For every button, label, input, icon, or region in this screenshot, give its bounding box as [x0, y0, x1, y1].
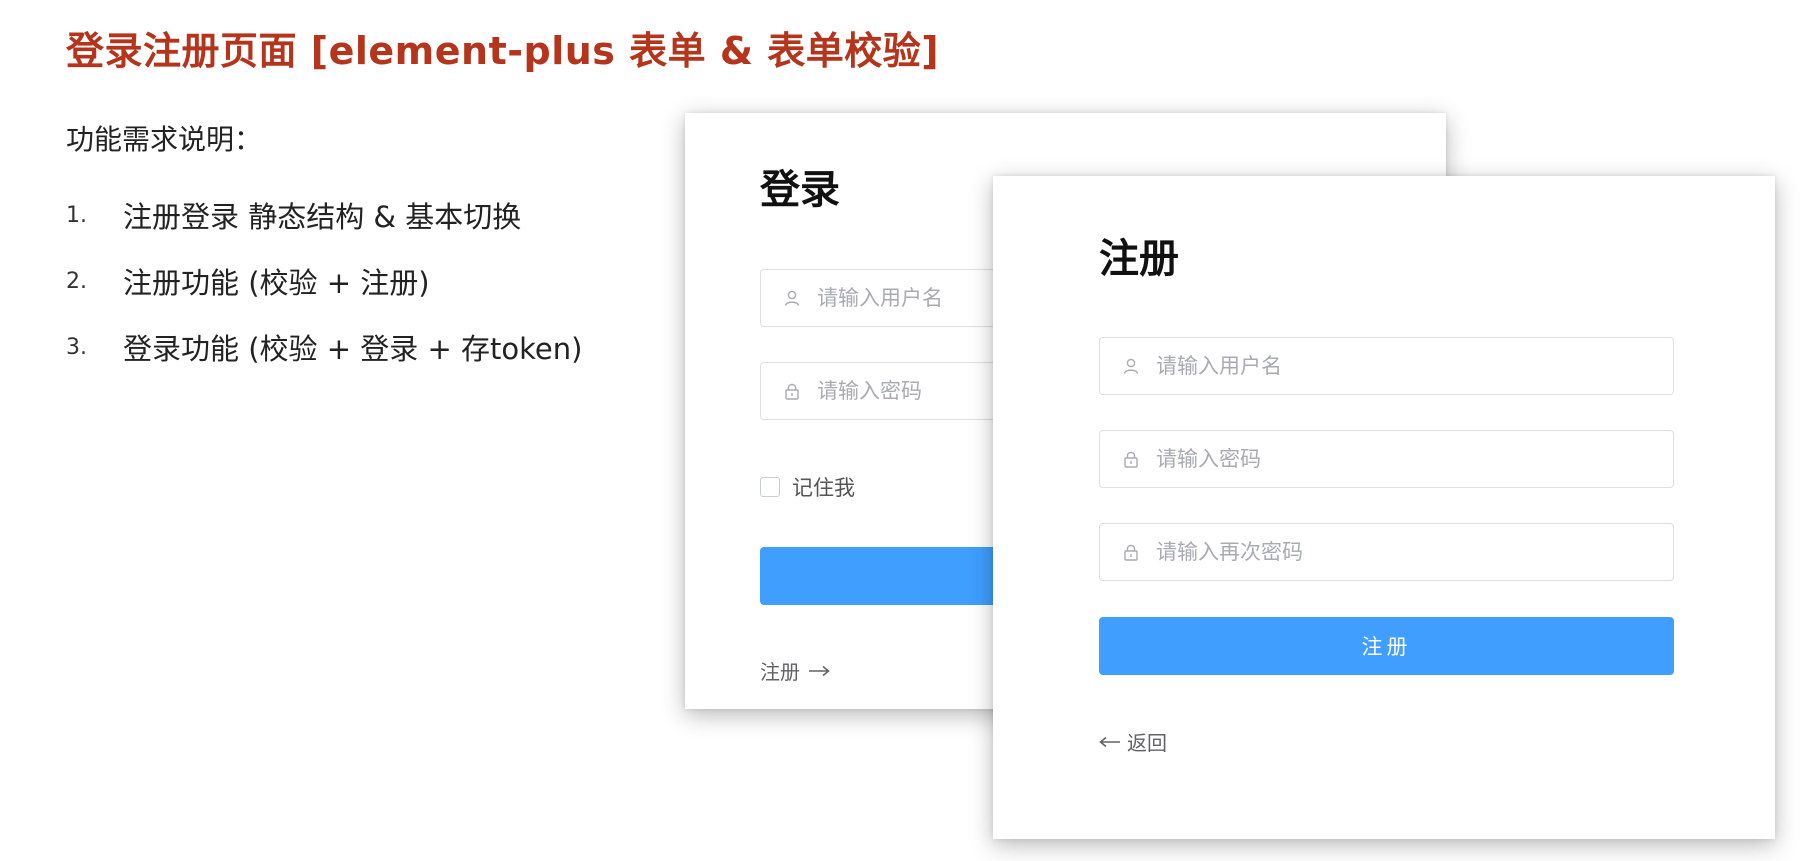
register-link-label: 注册 — [760, 660, 800, 684]
register-card: 注册 注册 — [993, 176, 1775, 839]
requirement-text: 注册功能 (校验 + 注册) — [123, 266, 430, 300]
remember-label: 记住我 — [792, 476, 855, 500]
back-link-label: 返回 — [1127, 731, 1167, 755]
register-password-input[interactable] — [1156, 447, 1536, 471]
register-username-input[interactable] — [1156, 354, 1536, 378]
requirements-heading: 功能需求说明： — [66, 123, 263, 156]
register-link[interactable]: 注册 — [760, 656, 830, 685]
remember-checkbox[interactable] — [760, 477, 780, 497]
requirement-number: 1. — [66, 202, 87, 228]
requirement-text: 注册登录 静态结构 & 基本切换 — [123, 200, 522, 234]
register-repassword-field[interactable] — [1099, 523, 1674, 581]
requirements-list: 1. 注册登录 静态结构 & 基本切换 2. 注册功能 (校验 + 注册) 3.… — [66, 182, 582, 380]
back-link[interactable]: 返回 — [1099, 727, 1167, 756]
register-repassword-input[interactable] — [1156, 540, 1536, 564]
arrow-right-icon — [809, 665, 830, 676]
requirement-number: 2. — [66, 268, 87, 294]
requirement-text: 登录功能 (校验 + 登录 + 存token) — [123, 332, 583, 366]
slide-page: 登录注册页面 [element-plus 表单 & 表单校验] 功能需求说明： … — [0, 0, 1817, 861]
lock-icon — [1124, 451, 1138, 468]
lock-icon — [785, 383, 799, 400]
register-title: 注册 — [1099, 236, 1179, 282]
user-icon — [784, 290, 800, 306]
arrow-left-icon — [1099, 736, 1120, 747]
user-icon — [1123, 358, 1139, 374]
requirement-item-2: 2. 注册功能 (校验 + 注册) — [66, 248, 582, 314]
requirement-number: 3. — [66, 334, 87, 360]
register-password-field[interactable] — [1099, 430, 1674, 488]
login-title: 登录 — [760, 167, 840, 213]
register-button[interactable]: 注册 — [1099, 617, 1674, 675]
lock-icon — [1124, 544, 1138, 561]
remember-me[interactable]: 记住我 — [760, 472, 855, 502]
requirement-item-3: 3. 登录功能 (校验 + 登录 + 存token) — [66, 314, 582, 380]
requirement-item-1: 1. 注册登录 静态结构 & 基本切换 — [66, 182, 582, 248]
slide-title: 登录注册页面 [element-plus 表单 & 表单校验] — [66, 29, 940, 73]
register-username-field[interactable] — [1099, 337, 1674, 395]
